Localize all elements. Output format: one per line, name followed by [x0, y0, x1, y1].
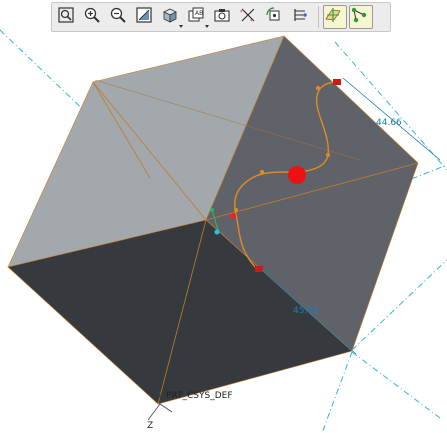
csys-axis-x [159, 403, 173, 413]
spline-endpoint-bottom[interactable] [255, 266, 263, 272]
annotation-icon [294, 9, 307, 21]
refit-icon [58, 7, 74, 23]
datum-points-button[interactable] [349, 5, 373, 29]
spline-control-point[interactable] [316, 86, 320, 90]
svg-text:*: * [240, 10, 243, 16]
display-style-button[interactable] [160, 5, 184, 29]
spline-drag-handle[interactable] [288, 166, 306, 184]
saved-views-icon: AB [188, 7, 204, 22]
csys-label[interactable]: PRT_CSYS_DEF [166, 391, 233, 401]
shaded-cube-icon [163, 8, 177, 23]
datum-display-button[interactable]: * * [238, 5, 262, 29]
saved-views-button[interactable]: AB [186, 5, 210, 29]
dropdown-caret-icon [205, 25, 209, 28]
dimension-bottom[interactable]: 45.63 [293, 306, 319, 316]
green-marker-point [210, 208, 214, 212]
datum-point-icon [351, 7, 367, 23]
zoom-in-icon [84, 7, 100, 23]
zoom-fit-button[interactable] [56, 5, 80, 29]
spin-center-button[interactable] [264, 5, 288, 29]
spline-midpoint[interactable] [230, 213, 236, 219]
toolbar-separator [318, 6, 319, 28]
zoom-in-button[interactable] [82, 5, 106, 29]
view-manager-button[interactable] [212, 5, 236, 29]
datum-plane-edge-5 [321, 351, 353, 433]
graphics-window[interactable]: 44.66 45.63 PRT_CSYS_DEF Z AB * * [0, 0, 447, 433]
zoom-out-button[interactable] [108, 5, 132, 29]
spline-control-point[interactable] [326, 153, 330, 157]
zoom-out-icon [110, 7, 126, 23]
annotation-display-button[interactable] [290, 5, 314, 29]
datum-display-icon: * * [240, 8, 255, 24]
datum-planes-button[interactable] [323, 5, 347, 29]
spline-control-point[interactable] [260, 170, 264, 174]
dimension-top[interactable]: 44.66 [376, 118, 402, 128]
repaint-icon [136, 7, 152, 23]
svg-text:AB: AB [195, 10, 203, 17]
graphics-toolbar: AB * * [51, 2, 391, 32]
spline-control-point[interactable] [234, 208, 238, 212]
dropdown-caret-icon [179, 25, 183, 28]
spline-endpoint-top[interactable] [333, 79, 341, 85]
camera-icon [214, 9, 230, 22]
datum-plane-edge-6 [351, 351, 441, 419]
model-canvas[interactable]: 44.66 45.63 PRT_CSYS_DEF Z [0, 0, 447, 433]
cyan-marker-point [214, 229, 220, 235]
csys-axis-label: Z [147, 421, 153, 431]
csys-axis-z [147, 403, 161, 421]
spin-center-icon [266, 7, 280, 21]
repaint-button[interactable] [134, 5, 158, 29]
datum-plane-icon [325, 8, 341, 22]
